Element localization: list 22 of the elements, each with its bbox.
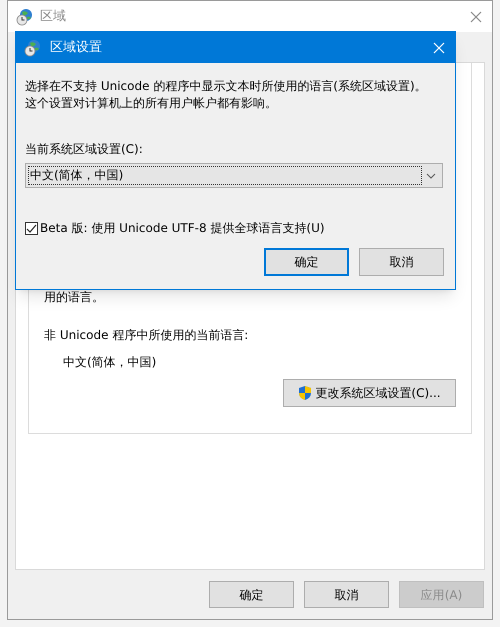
dialog-button[interactable]: 取消 [304, 581, 389, 608]
current-language-value: 中文(简体，中国) [63, 354, 158, 371]
close-icon[interactable] [470, 10, 482, 22]
change-locale-button[interactable]: 更改系统区域设置(C)... [283, 379, 456, 407]
chevron-down-icon [426, 172, 436, 178]
globe-icon [24, 38, 42, 56]
locale-dropdown[interactable]: 中文(简体，中国) [25, 163, 443, 188]
locale-label: 当前系统区域设置(C): [25, 141, 144, 158]
window-title: 区域 [40, 8, 67, 26]
dialog-button[interactable]: 确定 [209, 581, 294, 608]
shield-icon [298, 385, 312, 401]
current-language-label: 非 Unicode 程序中所使用的当前语言: [44, 327, 250, 344]
dialog-button[interactable]: 取消 [359, 248, 444, 276]
globe-icon [16, 8, 34, 26]
checkbox[interactable] [25, 222, 38, 234]
beta-checkbox[interactable]: Beta 版: 使用 Unicode UTF-8 提供全球语言支持(U) [25, 219, 446, 237]
dialog-title: 区域设置 [50, 38, 103, 57]
description-text: 用的语言。 [44, 289, 105, 306]
dialog-button[interactable]: 确定 [264, 248, 349, 276]
beta-label: Beta 版: 使用 Unicode UTF-8 提供全球语言支持(U) [40, 220, 325, 237]
dialog-description: 选择在不支持 Unicode 的程序中显示文本时所使用的语言(系统区域设置)。这个设置对计算机上的所有用户帐户都有影响。 [25, 78, 428, 112]
locale-value: 中文(简体，中国) [28, 166, 422, 185]
